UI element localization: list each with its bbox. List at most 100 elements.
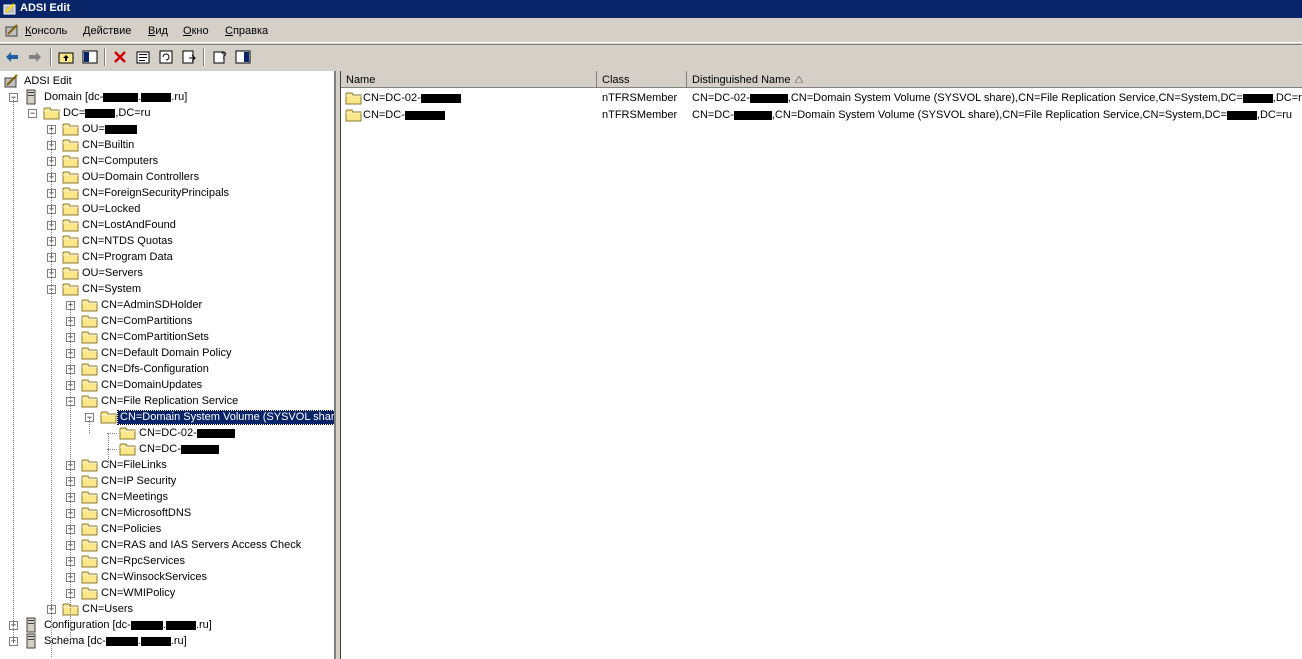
tree-node-icon (81, 506, 98, 520)
folder-icon (43, 107, 60, 120)
tree-node-label-selected: CN=Domain System Volume (SYSVOL share) (116, 410, 334, 425)
folder-icon (62, 219, 79, 232)
tree-node-icon (81, 538, 98, 552)
redacted-block (404, 110, 445, 120)
tree-node-label: CN=IP Security (101, 475, 177, 487)
toolbar-separator (104, 48, 106, 66)
redacted-block (140, 636, 171, 646)
menu-action[interactable]: Действие (83, 25, 131, 37)
tree-node-icon (62, 202, 79, 216)
folder-icon (62, 267, 79, 280)
list-item[interactable]: CN=DC-nTFRSMember CN=DC- ,CN=Domain System… (343, 107, 1299, 123)
column-header-name[interactable]: Name (341, 71, 597, 88)
tree-node-label: CN=DC- (137, 443, 221, 456)
tree-node-label: CN=Meetings (101, 491, 168, 503)
redacted-block (141, 92, 172, 102)
tree-node-label: CN=ForeignSecurityPrincipals (82, 187, 230, 199)
show-hide-tree-icon[interactable] (82, 49, 98, 65)
tree-node-icon (100, 410, 117, 424)
tree-node-icon (62, 186, 79, 200)
tree-node-label: CN=RpcServices (101, 555, 186, 567)
folder-icon (81, 491, 98, 504)
tree-node-label: CN=AdminSDHolder (101, 299, 203, 311)
folder-icon (345, 109, 362, 122)
label-suffix: .ru] (195, 619, 212, 631)
tree-node-label: CN=File Replication Service (101, 395, 239, 407)
label-prefix: CN=DC-02- (139, 427, 197, 439)
folder-icon (81, 523, 98, 536)
tree-node-icon (81, 346, 98, 360)
tree-node-icon (81, 378, 98, 392)
tree-node-icon (24, 89, 41, 105)
up-one-level-icon[interactable] (58, 49, 74, 65)
help-icon[interactable]: ? (212, 49, 228, 65)
folder-icon (81, 507, 98, 520)
tree-node-icon (62, 218, 79, 232)
tree-node-icon (62, 154, 79, 168)
menu-window[interactable]: Окно (183, 25, 209, 37)
tree-node-label: CN=Builtin (82, 139, 135, 151)
tree-node-label: OU=Locked (82, 203, 141, 215)
column-header-class-label: Class (602, 74, 630, 86)
menu-view[interactable]: Вид (148, 25, 168, 37)
tree-node-icon (81, 330, 98, 344)
tree-connector (51, 129, 52, 657)
delete-icon[interactable] (112, 49, 128, 65)
redacted-block (85, 108, 116, 118)
dn-part: CN=DC-02- (692, 92, 750, 104)
collapse-icon[interactable]: − (28, 109, 37, 118)
redacted-block (165, 620, 196, 630)
tree-node-icon (4, 74, 21, 88)
column-header-class[interactable]: Class (597, 71, 687, 88)
menu-help[interactable]: Справка (225, 25, 268, 37)
toolbar-separator (203, 48, 205, 66)
column-header-distinguished-name[interactable]: Distinguished Name (687, 71, 1302, 88)
tree-node-icon (62, 266, 79, 280)
label-suffix: ,DC=ru (115, 107, 151, 119)
tree-node[interactable]: − Domain [dc-. .ru] (0, 89, 334, 105)
redacted-block (130, 620, 163, 630)
tree-node-icon (81, 298, 98, 312)
list-item[interactable]: CN=DC-02- nTFRSMember CN=DC-02- ,CN=Domain … (343, 90, 1302, 106)
list-item-class: nTFRSMember (602, 92, 678, 104)
export-list-icon[interactable] (181, 49, 197, 65)
tree-node-label: CN=FileLinks (101, 459, 167, 471)
tree-node-icon (62, 122, 79, 136)
folder-icon (62, 155, 79, 168)
forward-arrow-icon[interactable] (27, 49, 43, 65)
tree-node-label: Configuration [dc-. .ru] (42, 619, 214, 632)
redacted-block (1242, 93, 1273, 103)
console-menu-icon[interactable] (4, 23, 20, 39)
folder-icon (81, 395, 98, 408)
redacted-block (103, 92, 139, 102)
tree-node-label: CN=WinsockServices (101, 571, 208, 583)
tree-pane[interactable]: ADSI Edit − Domain [dc-. .ru] − DC= ,DC=ru + OU=… (0, 71, 336, 659)
folder-icon (62, 171, 79, 184)
tree-node[interactable]: − DC= ,DC=ru (0, 105, 334, 121)
back-arrow-icon[interactable] (4, 49, 20, 65)
folder-icon (81, 331, 98, 344)
properties-icon[interactable] (135, 49, 151, 65)
folder-icon (81, 539, 98, 552)
label-prefix: CN=DC- (139, 443, 181, 455)
tree-node-label: OU= (80, 123, 139, 136)
tree-node-icon (24, 633, 41, 649)
refresh-icon[interactable] (158, 49, 174, 65)
tree-node[interactable]: ADSI Edit (0, 73, 334, 89)
details-pane[interactable]: Name Class Distinguished Name CN=DC-02- n… (340, 71, 1302, 659)
tree-node-label: OU=Domain Controllers (82, 171, 200, 183)
folder-icon (81, 475, 98, 488)
tree-node-label: CN=LostAndFound (82, 219, 176, 231)
tree-node-icon (81, 570, 98, 584)
label-prefix: DC= (63, 107, 86, 119)
tree-connector (13, 97, 14, 641)
adsi-edit-icon (4, 74, 18, 88)
menu-console[interactable]: Консоль (25, 25, 67, 37)
tree-node-label: CN=WMIPolicy (101, 587, 176, 599)
show-action-pane-icon[interactable] (235, 49, 251, 65)
tree-connector (108, 433, 109, 465)
tree-connector (89, 417, 90, 433)
tree-node-label: CN=Dfs-Configuration (101, 363, 209, 375)
server-icon (26, 633, 36, 649)
folder-icon-wrap (345, 108, 362, 122)
